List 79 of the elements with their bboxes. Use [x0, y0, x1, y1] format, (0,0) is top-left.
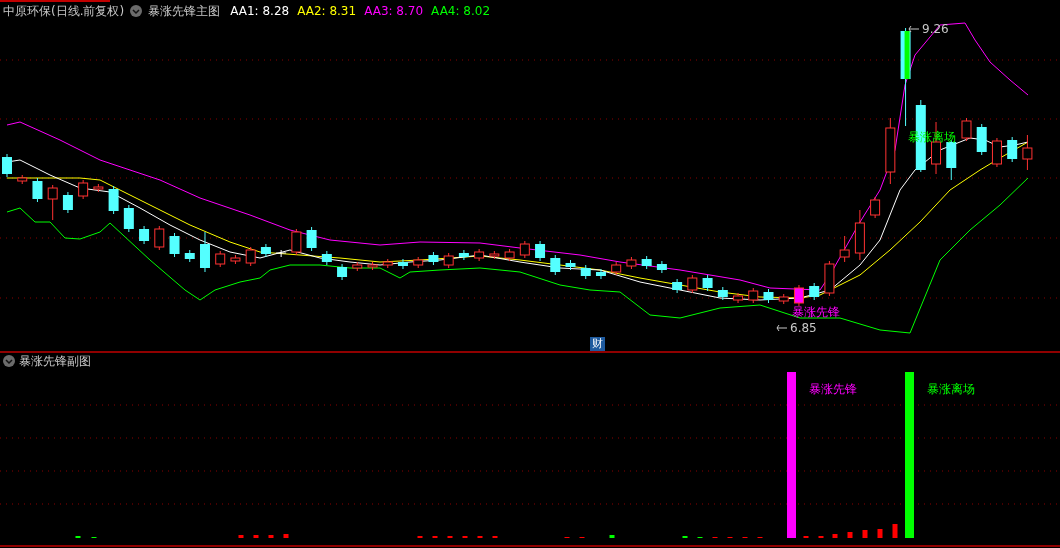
- dropdown-icon[interactable]: [3, 355, 15, 367]
- candlestick: [870, 196, 881, 219]
- candlestick: [352, 261, 363, 272]
- candlestick: [1022, 134, 1033, 171]
- candlestick: [641, 255, 652, 270]
- candlestick: [215, 250, 226, 268]
- candlestick: [32, 177, 43, 203]
- candlestick: [824, 260, 835, 297]
- signal-label: 暴涨先锋: [792, 305, 840, 319]
- candlestick: [702, 274, 713, 292]
- indicator-value: AA3: 8.70: [364, 3, 424, 19]
- indicator-value: AA1: 8.28: [230, 3, 290, 19]
- indicator-value: AA4: 8.02: [431, 3, 491, 19]
- candlestick: [47, 184, 58, 221]
- candlestick: [793, 284, 804, 307]
- candlestick: [382, 258, 393, 269]
- indicator-title: 暴涨先锋主图: [148, 3, 221, 19]
- signal-label: 暴涨离场: [927, 382, 975, 396]
- candlestick: [763, 288, 774, 304]
- candlestick: [108, 185, 119, 215]
- candlestick: [504, 248, 515, 262]
- candlestick: [154, 225, 165, 251]
- candlestick: [656, 260, 667, 274]
- arrow-icon: [908, 25, 920, 33]
- candlestick: [474, 248, 485, 262]
- candlestick: [367, 261, 378, 271]
- candlestick: [458, 249, 469, 261]
- candlestick: [245, 246, 256, 267]
- candlestick: [398, 258, 408, 270]
- candlestick: [778, 293, 789, 305]
- candlestick: [991, 137, 1002, 168]
- event-badge[interactable]: 财: [590, 337, 605, 351]
- candlestick: [428, 251, 439, 266]
- candlestick: [489, 250, 500, 260]
- candlestick: [2, 153, 12, 178]
- candlestick: [93, 183, 104, 193]
- candlestick: [809, 282, 820, 301]
- candlestick: [78, 179, 89, 200]
- signal-label: 暴涨先锋: [809, 382, 857, 396]
- candlestick: [306, 226, 317, 252]
- candlestick: [1007, 136, 1018, 163]
- price-label: 6.85: [790, 321, 817, 335]
- candlestick: [260, 243, 271, 258]
- candlestick: [443, 252, 454, 269]
- stock-title: 中原环保(日线.前复权): [3, 3, 125, 19]
- candlestick: [123, 204, 134, 233]
- arrow-icon: [776, 324, 788, 332]
- candlestick: [519, 240, 530, 259]
- sub-chart-title: 暴涨先锋副图: [19, 353, 91, 369]
- candlestick: [169, 232, 180, 258]
- candlestick: [626, 256, 637, 270]
- candlestick: [535, 240, 546, 262]
- dropdown-icon[interactable]: [130, 5, 143, 17]
- indicator-value: AA2: 8.31: [297, 3, 357, 19]
- candlestick: [337, 263, 348, 281]
- candlestick: [550, 254, 561, 276]
- candlestick: [748, 287, 759, 304]
- candlestick: [854, 209, 865, 261]
- candlestick: [200, 231, 210, 273]
- candlestick: [839, 235, 850, 263]
- candlestick: [62, 191, 73, 214]
- candlestick: [321, 250, 332, 266]
- candlestick: [672, 278, 683, 294]
- candlestick: [717, 286, 728, 301]
- candlestick: [687, 274, 698, 294]
- candlestick: [611, 261, 622, 276]
- candlestick: [291, 228, 302, 256]
- candlestick: [413, 256, 424, 269]
- candlestick: [184, 249, 195, 263]
- candlestick: [961, 117, 972, 142]
- candlestick: [976, 123, 987, 156]
- candlestick: [230, 254, 241, 265]
- candlestick: [595, 268, 606, 280]
- candlestick: [275, 249, 287, 258]
- candlestick: [733, 292, 744, 304]
- candlestick: [139, 225, 150, 245]
- candlestick: [580, 264, 591, 280]
- candlestick: [565, 259, 576, 271]
- candlestick: [885, 117, 896, 185]
